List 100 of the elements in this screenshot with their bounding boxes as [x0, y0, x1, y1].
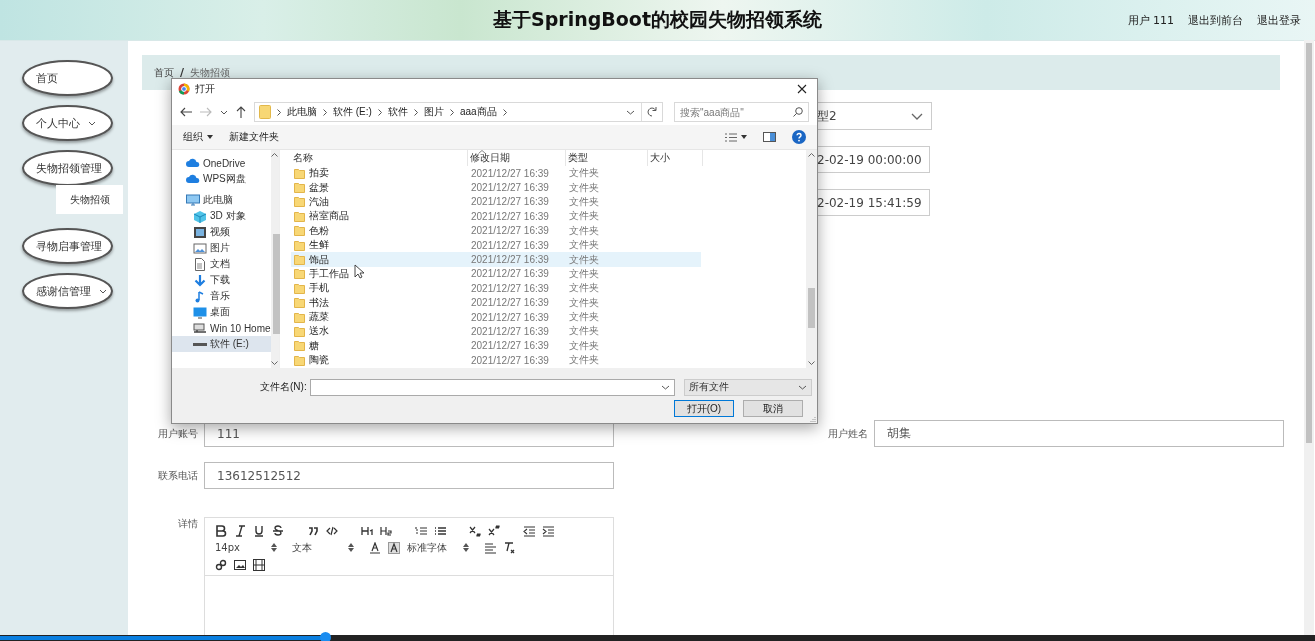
new-folder-button[interactable]: 新建文件夹 — [224, 128, 284, 146]
font-color-icon[interactable] — [369, 541, 381, 554]
file-row[interactable]: 禧室商品 2021/12/27 16:39 文件夹 — [291, 209, 701, 224]
nav-item[interactable]: 桌面 — [172, 304, 271, 320]
computer-icon — [186, 193, 200, 207]
sidebar-item[interactable]: 个人中心 — [22, 105, 113, 141]
bullet-list-icon[interactable] — [434, 524, 446, 537]
chevron-down-icon — [911, 112, 923, 120]
chevron-down-icon — [626, 109, 635, 115]
file-row[interactable]: 送水 2021/12/27 16:39 文件夹 — [291, 324, 701, 339]
cancel-button[interactable]: 取消 — [743, 400, 803, 417]
scrollbar-thumb[interactable] — [1306, 43, 1312, 443]
path-segment[interactable]: 此电脑 — [287, 105, 317, 119]
nav-item[interactable]: Win 10 Home — [172, 320, 271, 336]
file-name: 色粉 — [309, 223, 329, 238]
search-field[interactable]: 搜索"aaa商品" — [674, 102, 809, 122]
file-type-select[interactable]: 所有文件 — [683, 378, 812, 396]
open-button[interactable]: 打开(O) — [674, 400, 734, 417]
sidebar-item[interactable]: 首页 — [22, 60, 113, 96]
dropdown-picker[interactable]: 标准字体 — [407, 540, 469, 555]
nav-item[interactable]: 视频 — [172, 224, 271, 240]
path-segment[interactable]: 软件 — [387, 105, 408, 119]
align-icon[interactable] — [484, 541, 496, 554]
scrollbar-thumb[interactable] — [272, 234, 280, 334]
underline-icon[interactable] — [253, 524, 265, 537]
heading-two-icon[interactable] — [380, 524, 392, 537]
scrollbar-thumb[interactable] — [808, 288, 815, 328]
file-row[interactable]: 陶瓷 2021/12/27 16:39 文件夹 — [291, 353, 701, 368]
filename-field[interactable] — [309, 378, 675, 396]
nav-item[interactable]: 下载 — [172, 272, 271, 288]
folder-icon — [294, 167, 305, 179]
column-header[interactable]: 类型 — [566, 150, 648, 166]
file-date: 2021/12/27 16:39 — [470, 225, 550, 237]
video-icon[interactable] — [253, 558, 265, 571]
file-row[interactable]: 蔬菜 2021/12/27 16:39 文件夹 — [291, 309, 701, 325]
heading-one-icon[interactable] — [361, 524, 373, 537]
clear-format-icon[interactable] — [503, 541, 515, 554]
bold-icon[interactable] — [215, 524, 227, 537]
sidebar-item[interactable]: 寻物启事管理 — [22, 228, 113, 264]
file-row[interactable]: 拍卖 2021/12/27 16:39 文件夹 — [291, 166, 701, 181]
subscript-icon[interactable] — [469, 524, 481, 537]
address-bar[interactable]: 此电脑 软件 (E:) 软件 图片 aaa商品 — [254, 102, 663, 122]
file-row[interactable]: 盆景 2021/12/27 16:39 文件夹 — [291, 180, 701, 195]
sidebar-item[interactable]: 感谢信管理 — [22, 273, 113, 309]
file-row[interactable]: 手机 2021/12/27 16:39 文件夹 — [291, 281, 701, 296]
nav-item[interactable]: 文档 — [172, 256, 271, 272]
close-icon — [797, 84, 807, 94]
file-date: 2021/12/27 16:39 — [470, 196, 550, 208]
breadcrumb-link[interactable]: 首页 — [154, 65, 174, 80]
sidebar-item[interactable]: 失物招领管理 — [22, 150, 113, 186]
scrollbar[interactable] — [806, 150, 817, 368]
column-header[interactable]: 名称 — [291, 150, 468, 166]
file-row[interactable]: 饰品 2021/12/27 16:39 文件夹 — [291, 252, 701, 267]
path-segment[interactable]: aaa商品 — [459, 105, 497, 119]
dropdown-picker[interactable]: 文本 — [292, 540, 354, 555]
folder-icon — [294, 268, 305, 280]
indent-icon[interactable] — [542, 524, 554, 537]
header-link[interactable]: 退出到前台 — [1188, 13, 1243, 28]
file-row[interactable]: 生鲜 2021/12/27 16:39 文件夹 — [291, 237, 701, 253]
scrollbar[interactable] — [1304, 40, 1314, 635]
outdent-icon[interactable] — [523, 524, 535, 537]
dropdown-picker[interactable]: 14px — [215, 542, 277, 553]
breadcrumb-link[interactable]: 失物招领 — [190, 65, 231, 80]
nav-item[interactable]: 3D 对象 — [172, 208, 271, 224]
path-segment[interactable]: 图片 — [423, 105, 444, 119]
input-field[interactable]: 13612512512 — [204, 462, 614, 489]
quote-icon[interactable] — [307, 524, 319, 537]
code-icon[interactable] — [326, 524, 338, 537]
column-header[interactable]: 修改日期 — [468, 150, 566, 166]
column-header[interactable]: 大小 — [648, 150, 703, 166]
italic-icon[interactable] — [234, 524, 246, 537]
superscript-icon[interactable] — [488, 524, 500, 537]
strikethrough-icon[interactable] — [272, 524, 284, 537]
file-row[interactable]: 手工作品 2021/12/27 16:39 文件夹 — [291, 266, 701, 282]
folder-icon — [259, 105, 271, 119]
path-segment[interactable]: 软件 (E:) — [333, 105, 372, 119]
file-row[interactable]: 糖 2021/12/27 16:39 文件夹 — [291, 338, 701, 354]
nav-item[interactable]: WPS网盘 — [172, 171, 271, 187]
nav-item[interactable]: OneDrive — [172, 155, 271, 171]
submenu-item[interactable]: 失物招领 — [56, 185, 123, 214]
progress-handle[interactable] — [319, 632, 331, 641]
input-field[interactable]: 胡集 — [874, 420, 1284, 447]
ordered-list-icon[interactable] — [415, 524, 427, 537]
nav-item[interactable]: 此电脑 — [172, 192, 271, 208]
chevron-right-icon — [377, 108, 382, 116]
header-link[interactable]: 退出登录 — [1257, 13, 1301, 28]
header-link[interactable]: 用户 111 — [1127, 13, 1174, 28]
file-row[interactable]: 色粉 2021/12/27 16:39 文件夹 — [291, 223, 701, 238]
image-icon[interactable] — [234, 558, 246, 571]
nav-item[interactable]: 图片 — [172, 240, 271, 256]
file-row[interactable]: 汽油 2021/12/27 16:39 文件夹 — [291, 194, 701, 210]
link-icon[interactable] — [215, 558, 227, 571]
nav-item[interactable]: 音乐 — [172, 288, 271, 304]
nav-item[interactable]: 软件 (E:) — [172, 336, 271, 352]
scrollbar[interactable] — [270, 150, 279, 368]
up-arrow-icon — [236, 106, 246, 118]
organize-button[interactable]: 组织 — [178, 128, 218, 146]
background-color-icon[interactable] — [388, 541, 400, 554]
file-row[interactable]: 书法 2021/12/27 16:39 文件夹 — [291, 295, 701, 310]
file-name: 手机 — [309, 281, 329, 296]
